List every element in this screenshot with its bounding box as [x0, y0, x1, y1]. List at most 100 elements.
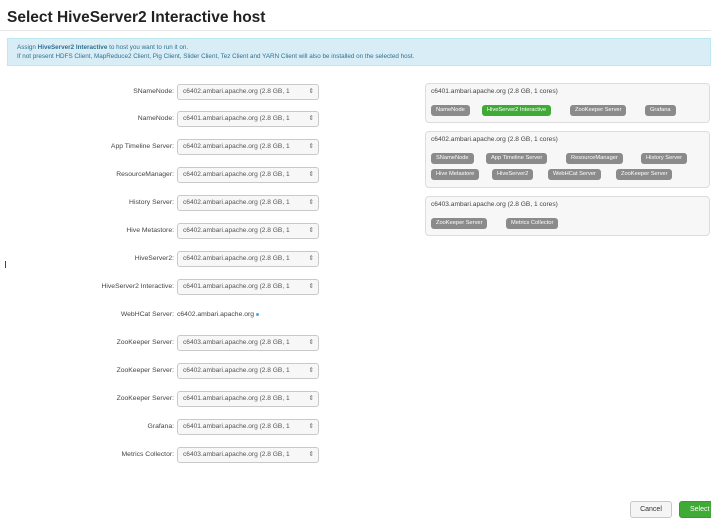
- assignment-label: NameNode:: [137, 115, 174, 122]
- assignment-row: WebHCat Server:: [0, 306, 174, 324]
- host-select[interactable]: c6402.ambari.apache.org (2.8 GB, 1 ⇕: [177, 251, 319, 267]
- assignment-row: NameNode:: [0, 110, 174, 128]
- component-badge: ResourceManager: [566, 153, 623, 164]
- component-badge: History Server: [641, 153, 688, 164]
- assignment-label: WebHCat Server:: [120, 311, 174, 318]
- assignment-row: ZooKeeper Server:: [0, 362, 174, 380]
- host-select[interactable]: c6403.ambari.apache.org (2.8 GB, 1 ⇕: [177, 335, 319, 351]
- host-select-value: c6402.ambari.apache.org (2.8 GB, 1: [183, 255, 290, 262]
- assignment-label: App Timeline Server:: [110, 143, 174, 150]
- assignment-label: SNameNode:: [133, 88, 174, 95]
- host-select-value: c6401.ambari.apache.org (2.8 GB, 1: [183, 395, 290, 402]
- host-card-c6401: c6401.ambari.apache.org (2.8 GB, 1 cores…: [425, 83, 710, 123]
- assignment-label: Metrics Collector:: [121, 451, 175, 458]
- select-arrow-icon: ⇕: [308, 143, 314, 150]
- component-badge: WebHCat Server: [548, 169, 601, 180]
- host-select[interactable]: c6401.ambari.apache.org (2.8 GB, 1 ⇕: [177, 391, 319, 407]
- component-badge: NameNode: [431, 105, 470, 116]
- assignment-label: HiveServer2:: [134, 255, 174, 262]
- host-select[interactable]: c6403.ambari.apache.org (2.8 GB, 1 ⇕: [177, 447, 319, 463]
- select-arrow-icon: ⇕: [308, 115, 314, 122]
- assignment-row: Metrics Collector:: [0, 446, 175, 464]
- assignment-row: Grafana:: [0, 418, 174, 436]
- info-line-1: Assign HiveServer2 Interactive to host y…: [17, 43, 701, 52]
- host-card-c6403: c6403.ambari.apache.org (2.8 GB, 1 cores…: [425, 196, 710, 236]
- host-select-value: c6401.ambari.apache.org (2.8 GB, 1: [183, 423, 290, 430]
- assignment-row: ResourceManager:: [0, 166, 174, 184]
- select-arrow-icon: ⇕: [308, 199, 314, 206]
- host-card-title: c6403.ambari.apache.org (2.8 GB, 1 cores…: [431, 201, 558, 208]
- host-select[interactable]: c6402.ambari.apache.org (2.8 GB, 1 ⇕: [177, 195, 319, 211]
- component-badge: HiveServer2: [492, 169, 534, 180]
- select-arrow-icon: ⇕: [308, 283, 314, 290]
- info-prefix: Assign: [17, 44, 38, 51]
- assignment-label: ZooKeeper Server:: [116, 339, 174, 346]
- select-arrow-icon: ⇕: [308, 171, 314, 178]
- assignment-row: App Timeline Server:: [0, 138, 174, 156]
- component-badge: ZooKeeper Server: [570, 105, 627, 116]
- info-alert: Assign HiveServer2 Interactive to host y…: [7, 38, 711, 66]
- assignment-label: ZooKeeper Server:: [116, 395, 174, 402]
- dialog-title: Select HiveServer2 Interactive host: [7, 9, 266, 26]
- select-arrow-icon: ⇕: [308, 423, 314, 430]
- assignment-row: Hive Metastore:: [0, 222, 174, 240]
- assignment-label: Hive Metastore:: [126, 227, 174, 234]
- info-component-name: HiveServer2 Interactive: [37, 44, 108, 51]
- host-select[interactable]: c6402.ambari.apache.org (2.8 GB, 1 ⇕: [177, 223, 319, 239]
- assignment-label: ZooKeeper Server:: [116, 367, 174, 374]
- static-host-text: c6402.ambari.apache.org: [177, 311, 255, 318]
- assignment-row: HiveServer2 Interactive:: [0, 278, 174, 296]
- host-select-value: c6403.ambari.apache.org (2.8 GB, 1: [183, 339, 290, 346]
- host-select-value: c6403.ambari.apache.org (2.8 GB, 1: [183, 451, 290, 458]
- host-select[interactable]: c6401.ambari.apache.org (2.8 GB, 1 ⇕: [177, 419, 319, 435]
- component-badge: ZooKeeper Server: [431, 218, 488, 229]
- assignment-row: ZooKeeper Server:: [0, 390, 174, 408]
- assignment-row: History Server:: [0, 194, 174, 212]
- select-arrow-icon: ⇕: [308, 88, 314, 95]
- host-select[interactable]: c6401.ambari.apache.org (2.8 GB, 1 ⇕: [177, 111, 319, 127]
- host-select-value: c6402.ambari.apache.org (2.8 GB, 1: [183, 88, 290, 95]
- assignment-row: HiveServer2:: [0, 250, 174, 268]
- host-select[interactable]: c6402.ambari.apache.org (2.8 GB, 1 ⇕: [177, 363, 319, 379]
- component-badge: Hive Metastore: [431, 169, 480, 180]
- select-arrow-icon: ⇕: [308, 255, 314, 262]
- component-badge-active: HiveServer2 Interactive: [482, 105, 552, 116]
- host-select[interactable]: c6402.ambari.apache.org (2.8 GB, 1 ⇕: [177, 167, 319, 183]
- host-select-value: c6402.ambari.apache.org (2.8 GB, 1: [183, 227, 290, 234]
- info-line-2: If not present HDFS Client, MapReduce2 C…: [17, 53, 415, 60]
- host-card-c6402: c6402.ambari.apache.org (2.8 GB, 1 cores…: [425, 131, 710, 188]
- cancel-button[interactable]: Cancel: [630, 501, 672, 518]
- host-select-value: c6402.ambari.apache.org (2.8 GB, 1: [183, 367, 290, 374]
- host-select[interactable]: c6402.ambari.apache.org (2.8 GB, 1 ⇕: [177, 139, 319, 155]
- host-select[interactable]: c6401.ambari.apache.org (2.8 GB, 1 ⇕: [177, 279, 319, 295]
- host-card-title: c6401.ambari.apache.org (2.8 GB, 1 cores…: [431, 88, 558, 95]
- host-select[interactable]: c6402.ambari.apache.org (2.8 GB, 1 ⇕: [177, 84, 319, 100]
- assignment-label: HiveServer2 Interactive:: [101, 283, 174, 290]
- select-arrow-icon: ⇕: [308, 367, 314, 374]
- select-arrow-icon: ⇕: [308, 395, 314, 402]
- host-select-value: c6402.ambari.apache.org (2.8 GB, 1: [183, 171, 290, 178]
- assignment-row: ZooKeeper Server:: [0, 334, 174, 352]
- component-badge: App Timeline Server: [486, 153, 548, 164]
- assignment-label: ResourceManager:: [116, 171, 174, 178]
- component-badge: Grafana: [645, 105, 676, 116]
- title-divider: [0, 30, 711, 31]
- select-arrow-icon: ⇕: [308, 451, 314, 458]
- component-badge: ZooKeeper Server: [616, 169, 673, 180]
- assignment-label: History Server:: [129, 199, 174, 206]
- component-badge: Metrics Collector: [506, 218, 559, 229]
- host-select-value: c6401.ambari.apache.org (2.8 GB, 1: [183, 115, 290, 122]
- assignment-label: Grafana:: [147, 423, 174, 430]
- host-card-title: c6402.ambari.apache.org (2.8 GB, 1 cores…: [431, 136, 558, 143]
- select-arrow-icon: ⇕: [308, 227, 314, 234]
- component-badge: SNameNode: [431, 153, 474, 164]
- webhcat-host-value: c6402.ambari.apache.org: [177, 306, 260, 324]
- select-button[interactable]: Select: [679, 501, 711, 518]
- host-select-value: c6402.ambari.apache.org (2.8 GB, 1: [183, 199, 290, 206]
- info-suffix: to host you want to run it on.: [107, 44, 189, 51]
- select-arrow-icon: ⇕: [308, 339, 314, 346]
- host-select-value: c6402.ambari.apache.org (2.8 GB, 1: [183, 143, 290, 150]
- info-dot-icon[interactable]: [256, 312, 260, 316]
- assignment-row: SNameNode:: [0, 83, 174, 101]
- host-select-value: c6401.ambari.apache.org (2.8 GB, 1: [183, 283, 290, 290]
